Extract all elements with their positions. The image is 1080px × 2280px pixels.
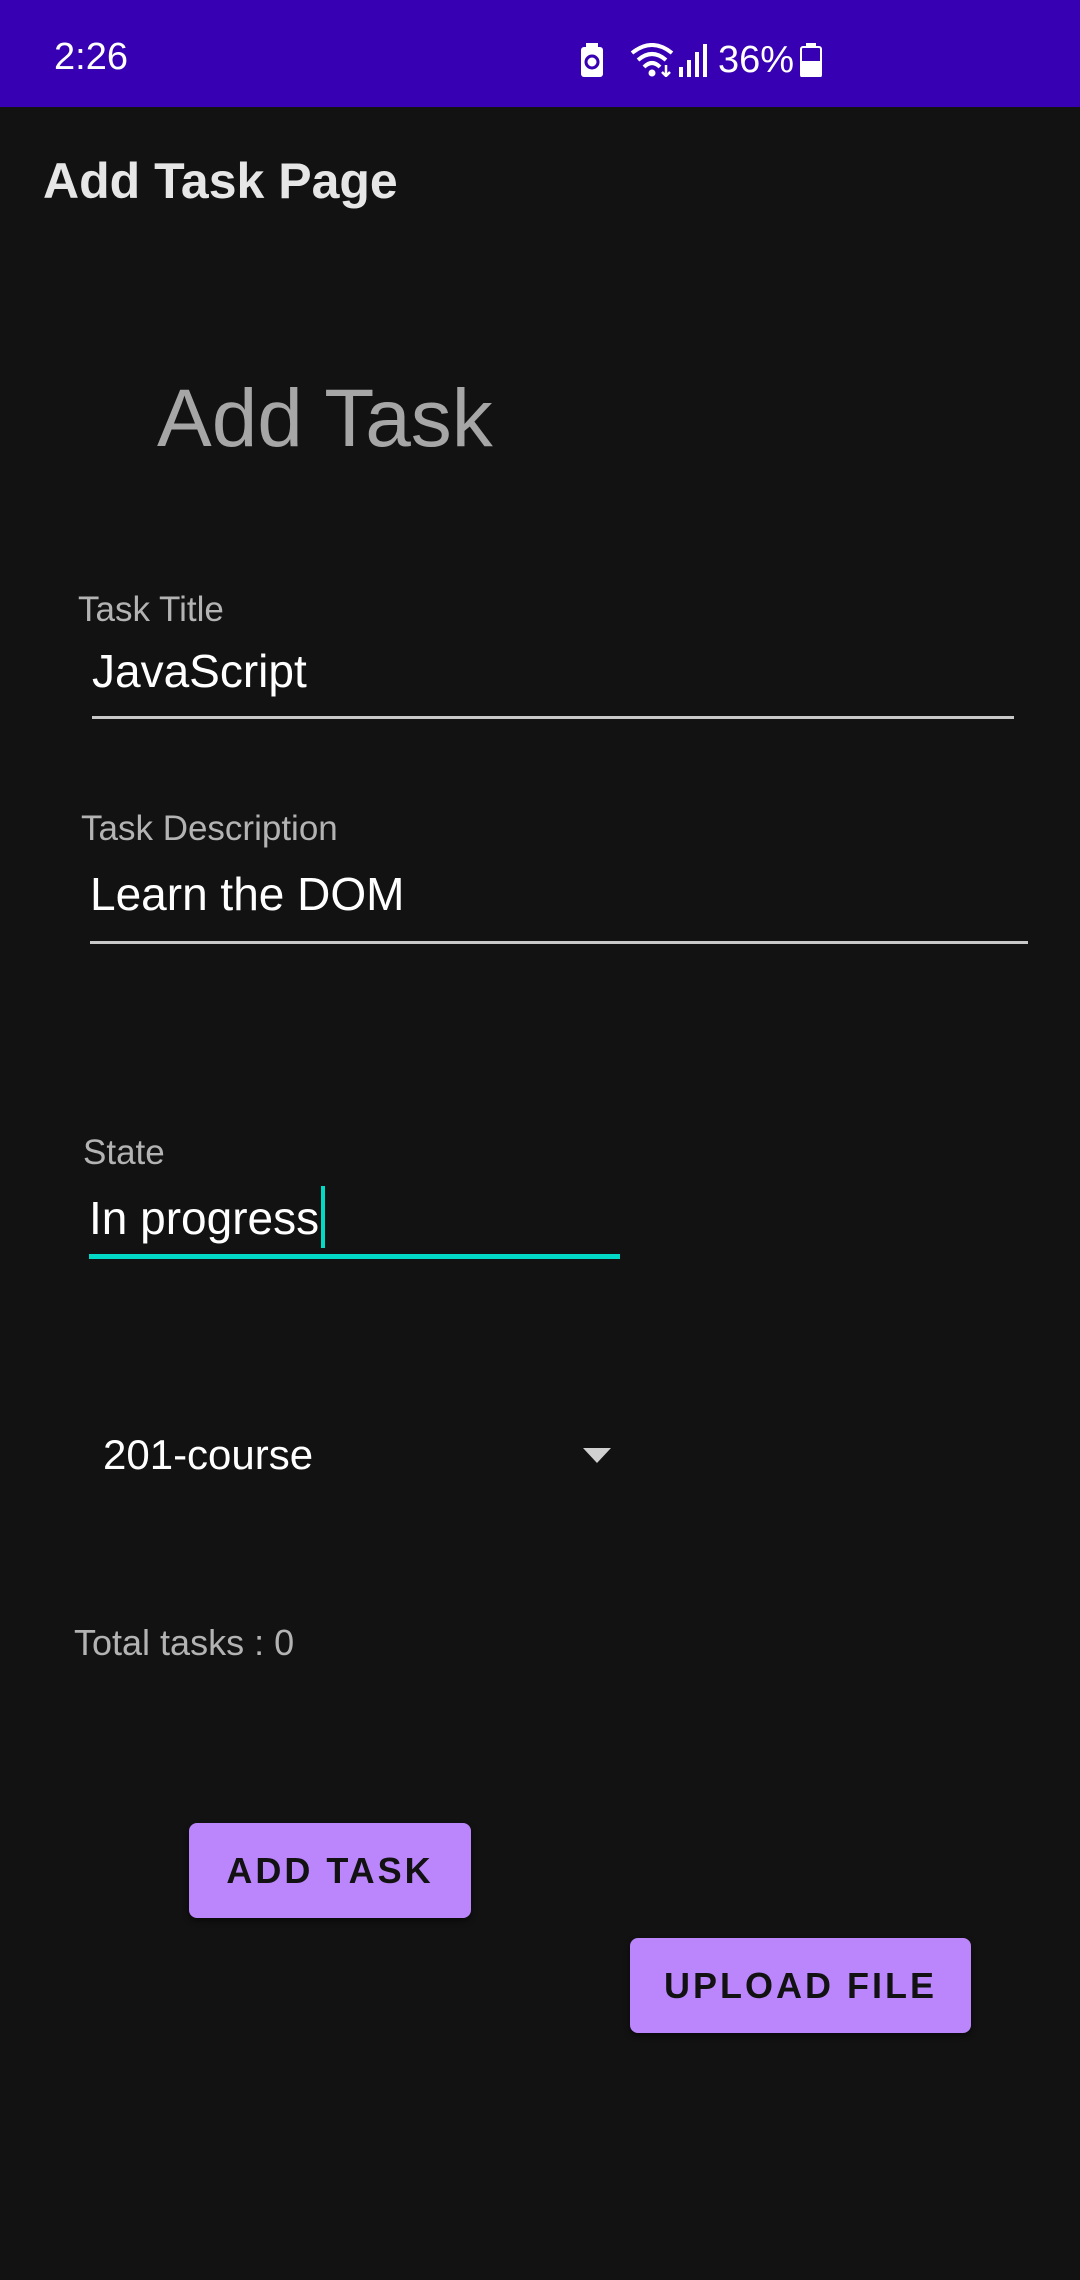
spinner-selected-value: 201-course [103, 1431, 314, 1478]
signal-icon [678, 43, 708, 77]
page-heading: Add Task [157, 373, 493, 464]
status-time: 2:26 [54, 36, 128, 78]
task-description-label: Task Description [81, 809, 338, 848]
course-spinner[interactable]: 201-course [86, 1410, 626, 1500]
status-bar: 2:26 36% [0, 0, 1080, 107]
app-screen: 2:26 36% Add Task Page Add Task Task Tit… [0, 0, 1080, 2280]
battery-percent: 36% [718, 39, 795, 81]
task-title-label: Task Title [78, 590, 224, 629]
text-cursor [321, 1186, 325, 1248]
battery-icon [800, 43, 823, 77]
upload-file-button[interactable]: UPLOAD FILE [630, 1938, 971, 2033]
task-description-input[interactable]: Learn the DOM [90, 871, 404, 917]
status-icons: 36% [580, 39, 823, 81]
total-tasks-counter: Total tasks : 0 [74, 1622, 295, 1663]
app-bar-title: Add Task Page [43, 153, 398, 209]
state-underline [89, 1254, 620, 1259]
state-label: State [83, 1133, 165, 1172]
task-title-underline [92, 716, 1014, 719]
battery-saver-icon [580, 43, 604, 77]
task-description-underline [90, 941, 1028, 944]
dropdown-arrow-icon [583, 1448, 611, 1469]
state-input[interactable]: In progress [89, 1195, 319, 1241]
add-task-button-label: ADD TASK [226, 1849, 434, 1891]
add-task-button[interactable]: ADD TASK [189, 1823, 471, 1918]
upload-file-button-label: UPLOAD FILE [664, 1964, 937, 2006]
wifi-icon [630, 43, 674, 77]
task-title-input[interactable]: JavaScript [92, 648, 307, 694]
